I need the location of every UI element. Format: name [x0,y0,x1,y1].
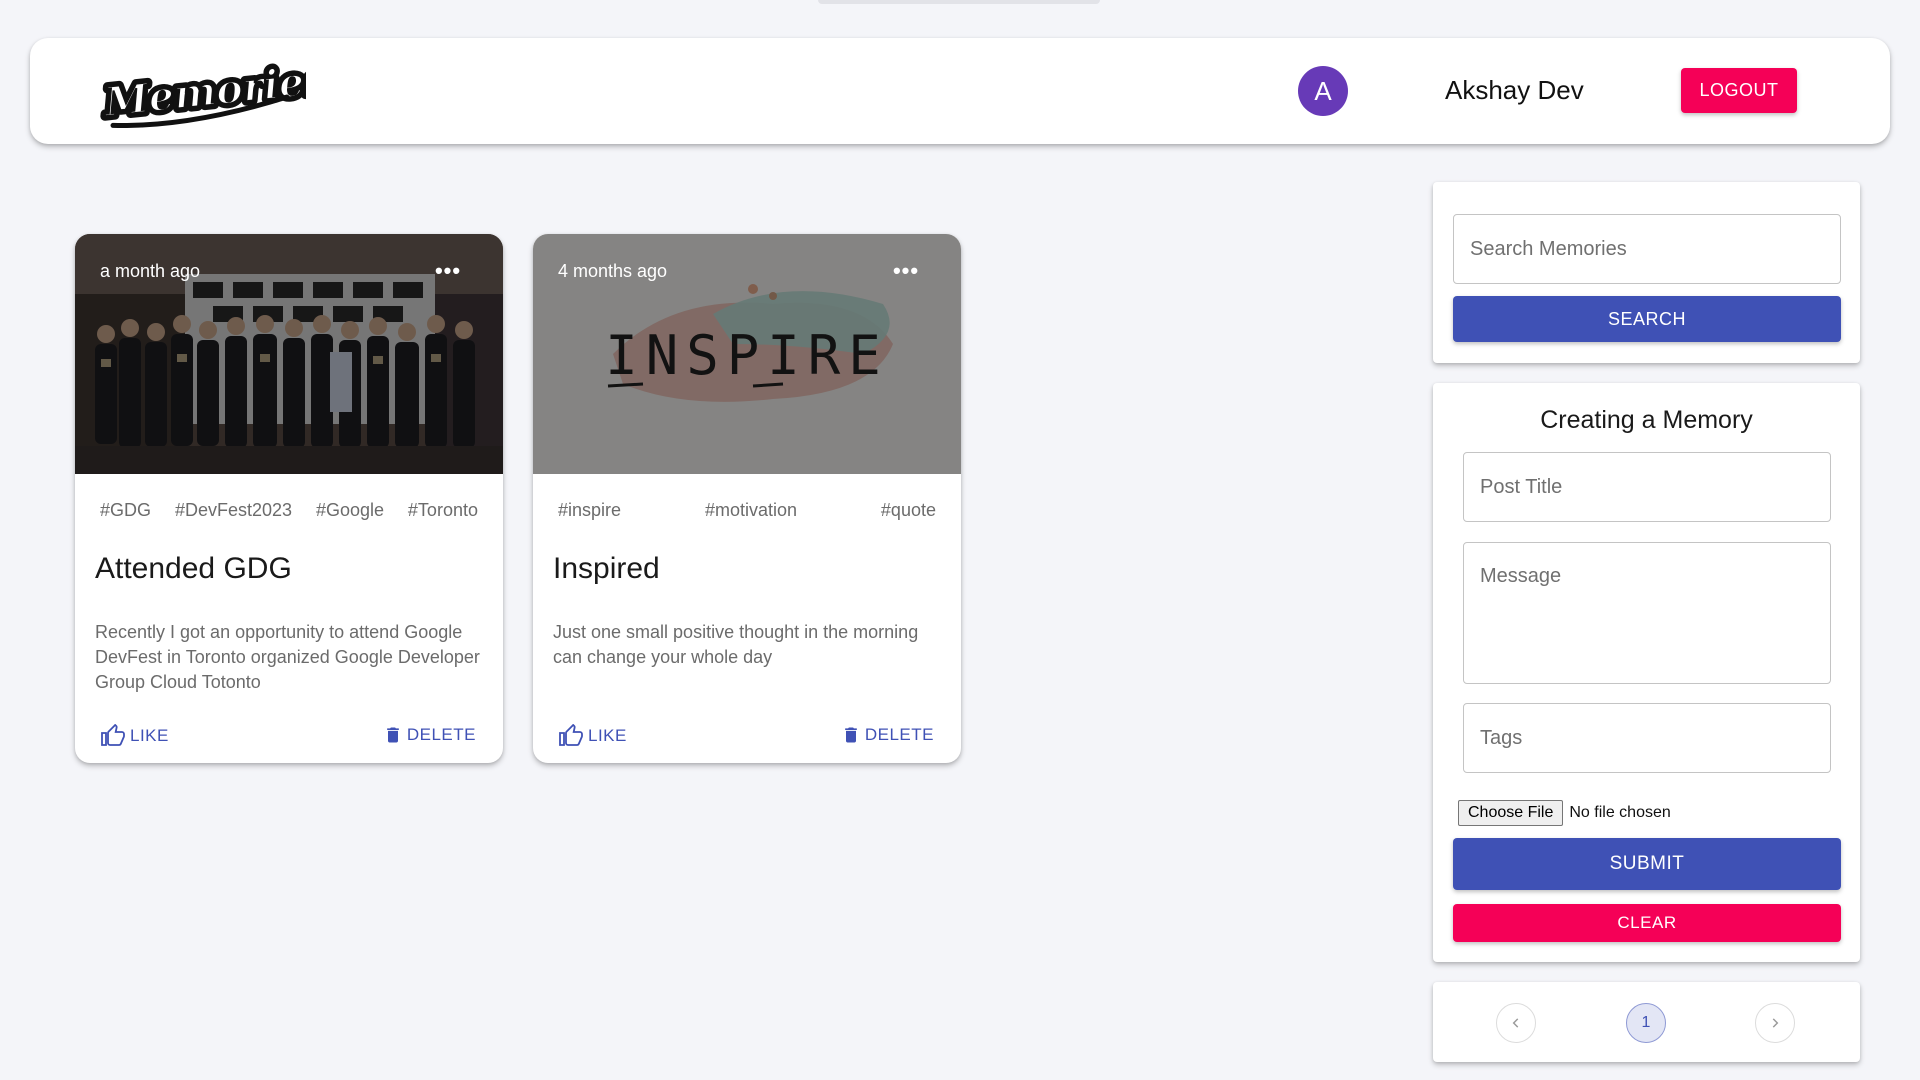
search-button[interactable]: SEARCH [1453,296,1841,342]
tags-input[interactable] [1463,703,1831,773]
message-input[interactable] [1463,542,1831,684]
post-time: a month ago [100,261,201,281]
post-title: Attended GDG [95,552,292,585]
post-title-input[interactable] [1463,452,1831,522]
trash-icon [387,727,399,743]
like-button[interactable]: LIKE [100,724,169,748]
post-message: Recently I got an opportunity to attend … [95,622,480,692]
avatar[interactable]: A [1298,66,1348,116]
pagination: 1 [1433,982,1860,1062]
search-panel: SEARCH [1433,182,1860,363]
file-status: No file chosen [1569,804,1671,821]
post-card: INSPIRE 4 months ago ••• #inspire #motiv… [533,234,961,763]
clear-button[interactable]: CLEAR [1453,904,1841,942]
delete-label: DELETE [406,725,476,744]
memories-logo[interactable]: Memories Memories [96,54,306,130]
chevron-right-icon [1772,1018,1779,1028]
user-name: Akshay Dev [1445,75,1584,105]
file-input: Choose File No file chosen [1458,800,1671,826]
post-title: Inspired [553,552,660,585]
delete-label: DELETE [864,725,934,744]
create-memory-form: Creating a Memory Choose File No file ch… [1433,383,1860,962]
like-label: LIKE [130,726,169,745]
page-button-current[interactable]: 1 [1626,1003,1666,1043]
trash-icon [845,727,857,743]
post-tag: #GDG [100,500,152,520]
delete-button[interactable]: DELETE [383,724,476,746]
thumb-up-icon [559,724,583,746]
post-tag: #quote [880,500,936,520]
post-message: Just one small positive thought in the m… [553,622,919,667]
delete-button[interactable]: DELETE [841,724,934,746]
more-options-icon[interactable]: ••• [433,260,463,286]
more-options-icon[interactable]: ••• [891,260,921,286]
app-bar: Memories Memories A Akshay Dev LOGOUT [30,38,1890,144]
post-tag: #Google [315,500,384,520]
logout-button[interactable]: LOGOUT [1681,68,1797,113]
search-input[interactable] [1453,214,1841,284]
post-tag: #DevFest2023 [174,500,293,520]
choose-file-button[interactable]: Choose File [1458,800,1564,826]
post-time: 4 months ago [558,261,668,281]
top-tab-handle [818,0,1100,4]
thumb-up-icon [101,724,125,746]
post-card: a month ago ••• #GDG #DevFest2023 #Googl… [75,234,503,763]
post-tags: #inspire #motivation #quote [533,500,961,521]
chevron-left-icon [1512,1018,1519,1028]
next-page-button[interactable] [1755,1003,1795,1043]
prev-page-button[interactable] [1496,1003,1536,1043]
like-label: LIKE [588,726,627,745]
form-title: Creating a Memory [1540,406,1753,434]
like-button[interactable]: LIKE [558,724,627,748]
submit-button[interactable]: SUBMIT [1453,838,1841,890]
post-tags: #GDG #DevFest2023 #Google #Toronto [75,500,503,521]
post-tag: #Toronto [407,500,478,520]
post-tag: #inspire [558,500,622,520]
post-tag: #motivation [704,500,798,520]
